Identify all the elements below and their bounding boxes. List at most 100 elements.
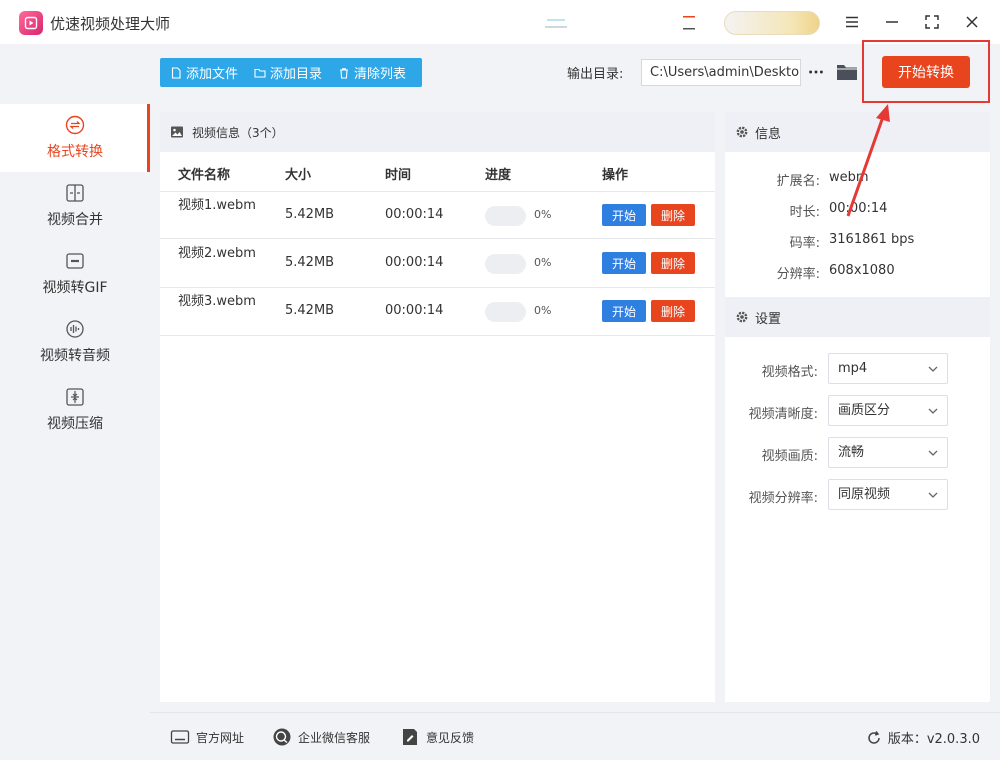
- quality-select[interactable]: 流畅: [828, 437, 948, 468]
- info-ext-label: 扩展名:: [776, 174, 820, 189]
- website-link[interactable]: 官方网址: [170, 727, 244, 747]
- setting-quality-row: 视频画质: 流畅: [725, 437, 990, 469]
- row-start-button[interactable]: 开始: [602, 300, 646, 322]
- maximize-icon[interactable]: [919, 10, 945, 34]
- file-size: 5.42MB: [285, 255, 335, 270]
- vip-banner[interactable]: [724, 11, 820, 35]
- feedback-link[interactable]: 意见反馈: [400, 727, 474, 747]
- info-ext-value: webm: [829, 170, 869, 185]
- add-dir-button[interactable]: 添加目录: [244, 58, 328, 87]
- progress-percent: 0%: [534, 208, 552, 221]
- wechat-service-link[interactable]: 企业微信客服: [272, 727, 370, 747]
- column-header-name: 文件名称: [178, 168, 231, 183]
- info-bitrate-row: 码率: 3161861 bps: [725, 232, 990, 252]
- compress-icon: [65, 387, 85, 407]
- clear-list-label: 清除列表: [354, 67, 407, 82]
- sidebar-item-label: 视频转GIF: [42, 280, 108, 296]
- file-duration: 00:00:14: [385, 303, 444, 318]
- version-info: 版本：v2.0.3.0: [866, 728, 980, 747]
- sidebar-item-gif[interactable]: 视频转GIF: [0, 240, 150, 308]
- row-delete-button[interactable]: 删除: [651, 300, 695, 322]
- file-size: 5.42MB: [285, 303, 335, 318]
- row-start-button[interactable]: 开始: [602, 204, 646, 226]
- column-header-actions: 操作: [602, 168, 629, 183]
- sidebar-item-label: 视频合并: [47, 212, 103, 228]
- sidebar-item-compress[interactable]: 视频压缩: [0, 376, 150, 444]
- setting-clarity-label: 视频清晰度:: [748, 407, 818, 422]
- sidebar-item-label: 视频转音频: [40, 348, 110, 364]
- file-name: 视频3.webm: [178, 294, 256, 309]
- version-label: 版本：v2.0.3.0: [887, 732, 980, 747]
- table-row[interactable]: 视频2.webm 5.42MB 00:00:14 0% 开始 删除: [160, 240, 715, 288]
- setting-resolution-row: 视频分辨率: 同原视频: [725, 479, 990, 511]
- table-row[interactable]: 视频1.webm 5.42MB 00:00:14 0% 开始 删除: [160, 191, 715, 239]
- progress-bar: [485, 206, 526, 226]
- clarity-select-value: 画质区分: [838, 403, 891, 418]
- add-file-button[interactable]: 添加文件: [160, 58, 244, 87]
- progress-bar: [485, 302, 526, 322]
- refresh-icon: [868, 730, 880, 744]
- minimize-icon[interactable]: [879, 10, 905, 34]
- close-icon[interactable]: [959, 10, 985, 34]
- resolution-select[interactable]: 同原视频: [828, 479, 948, 510]
- chevron-down-icon: [928, 492, 938, 498]
- trash-icon: [340, 67, 349, 79]
- row-start-button[interactable]: 开始: [602, 252, 646, 274]
- promo-decoration-icon: [545, 19, 567, 28]
- menu-icon[interactable]: [839, 10, 865, 34]
- chevron-down-icon: [928, 408, 938, 414]
- progress-percent: 0%: [534, 304, 552, 317]
- quality-select-value: 流畅: [838, 445, 865, 460]
- add-dir-label: 添加目录: [270, 67, 323, 82]
- info-duration-row: 时长: 00:00:14: [725, 201, 990, 221]
- sidebar-item-merge[interactable]: 视频合并: [0, 172, 150, 240]
- open-folder-icon[interactable]: [836, 61, 858, 83]
- file-duration: 00:00:14: [385, 207, 444, 222]
- clear-list-button[interactable]: 清除列表: [328, 58, 412, 87]
- info-duration-value: 00:00:14: [829, 201, 888, 216]
- setting-format-row: 视频格式: mp4: [725, 353, 990, 385]
- annotation-highlight-box: [862, 40, 990, 103]
- video-list-title: 视频信息（3个）: [192, 125, 284, 140]
- app-logo-icon: [19, 11, 43, 35]
- resolution-select-value: 同原视频: [838, 487, 891, 502]
- folder-outline-icon: [254, 68, 266, 78]
- table-row[interactable]: 视频3.webm 5.42MB 00:00:14 0% 开始 删除: [160, 288, 715, 336]
- website-icon: [170, 730, 190, 744]
- settings-title: 设置: [755, 311, 782, 327]
- video-list-header: 视频信息（3个）: [160, 112, 715, 152]
- sidebar: 格式转换 视频合并 视频转GIF 视频转音频 视频压缩: [0, 44, 150, 760]
- info-title: 信息: [755, 126, 782, 142]
- output-dir-label: 输出目录:: [567, 67, 624, 82]
- video-list-panel: 视频信息（3个） 文件名称 大小 时间 进度 操作 视频1.webm 5.42M…: [160, 112, 715, 702]
- info-bitrate-label: 码率:: [789, 236, 820, 251]
- setting-clarity-row: 视频清晰度: 画质区分: [725, 395, 990, 427]
- format-select-value: mp4: [838, 361, 868, 376]
- format-select[interactable]: mp4: [828, 353, 948, 384]
- setting-resolution-label: 视频分辨率:: [748, 491, 818, 506]
- file-name: 视频2.webm: [178, 246, 256, 261]
- setting-format-label: 视频格式:: [761, 365, 818, 380]
- chevron-down-icon: [928, 366, 938, 372]
- info-resolution-label: 分辨率:: [776, 267, 820, 282]
- info-section-header: 信息: [725, 112, 990, 152]
- chevron-down-icon: [928, 450, 938, 456]
- wechat-icon: [273, 728, 291, 746]
- info-resolution-row: 分辨率: 608x1080: [725, 263, 990, 283]
- column-header-progress: 进度: [485, 168, 512, 183]
- setting-quality-label: 视频画质:: [761, 449, 818, 464]
- app-title: 优速视频处理大师: [50, 15, 171, 33]
- title-bar: 优速视频处理大师: [0, 0, 1000, 44]
- row-delete-button[interactable]: 删除: [651, 204, 695, 226]
- sidebar-item-audio[interactable]: 视频转音频: [0, 308, 150, 376]
- row-delete-button[interactable]: 删除: [651, 252, 695, 274]
- output-path-input[interactable]: C:\Users\admin\Desktop: [641, 59, 801, 86]
- more-options-icon[interactable]: [806, 62, 826, 82]
- sidebar-item-label: 视频压缩: [47, 416, 103, 432]
- sidebar-item-format-convert[interactable]: 格式转换: [0, 104, 150, 172]
- column-header-time: 时间: [385, 168, 412, 183]
- clarity-select[interactable]: 画质区分: [828, 395, 948, 426]
- gear-icon: [736, 126, 748, 138]
- file-button-group: 添加文件 添加目录 清除列表: [160, 58, 422, 87]
- gif-icon: [65, 251, 85, 271]
